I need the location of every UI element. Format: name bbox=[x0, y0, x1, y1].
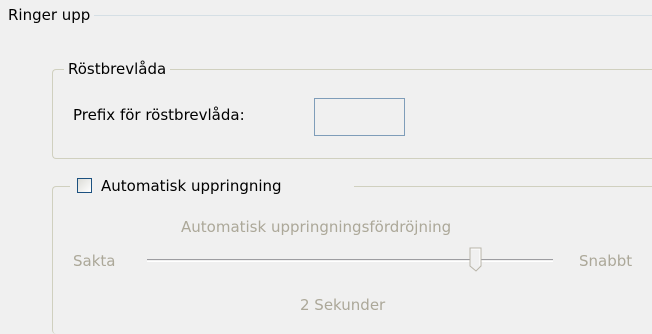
voicemail-prefix-label: Prefix för röstbrevlåda: bbox=[73, 106, 245, 124]
auto-dial-delay-slider-track[interactable] bbox=[147, 259, 553, 262]
slider-slow-label: Sakta bbox=[73, 252, 116, 270]
auto-dial-checkbox[interactable] bbox=[77, 178, 92, 193]
dialing-group-border bbox=[10, 15, 652, 16]
slider-fast-label: Snabbt bbox=[579, 252, 633, 270]
auto-dial-delay-title: Automatisk uppringningsfördröjning bbox=[181, 218, 452, 236]
auto-dial-delay-value: 2 Sekunder bbox=[300, 296, 386, 314]
auto-dial-checkbox-label[interactable]: Automatisk uppringning bbox=[101, 176, 286, 196]
voicemail-prefix-input[interactable] bbox=[314, 98, 405, 136]
dialing-group-title: Ringer upp bbox=[4, 6, 95, 24]
auto-dial-delay-slider-thumb[interactable] bbox=[469, 247, 483, 273]
voicemail-group-title: Röstbrevlåda bbox=[64, 60, 171, 78]
